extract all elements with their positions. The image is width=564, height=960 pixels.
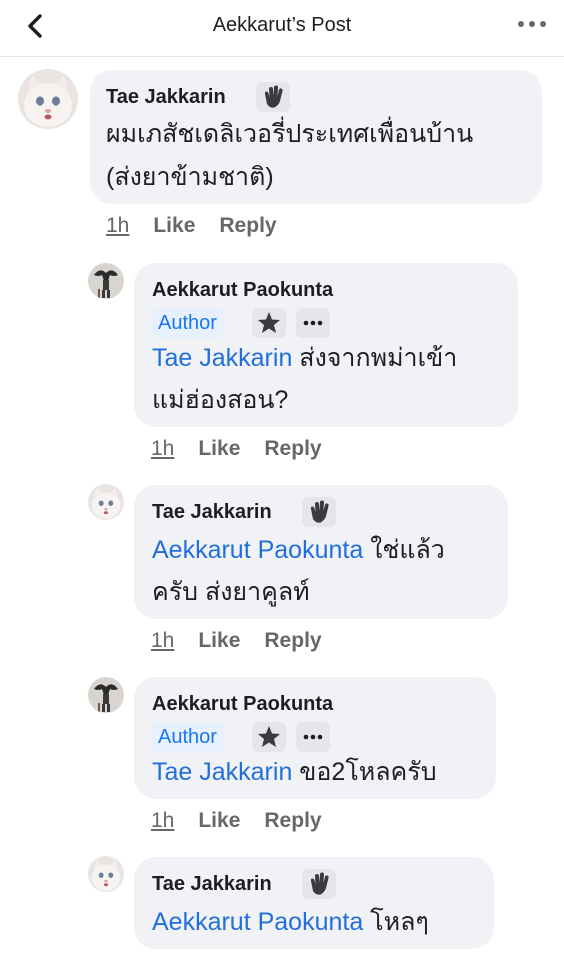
star-badge-icon [258,726,280,747]
more-dots-icon [303,734,323,740]
like-button[interactable]: Like [198,437,240,460]
comment-text-line: Aekkarut Paokunta โหลๆ [152,906,429,939]
avatar-figure[interactable] [88,677,124,713]
star-badge [252,722,286,752]
more-options-icon[interactable] [514,10,550,38]
author-badge: Author [152,308,223,338]
star-badge [252,308,286,338]
comment-text-line: Tae Jakkarin ส่งจากพม่าเข้า [152,342,457,375]
comment-time[interactable]: 1h [106,214,129,237]
wave-badge [256,82,290,112]
mention-link[interactable]: Tae Jakkarin [152,758,292,786]
comment-text: ใช่แล้ว [363,536,445,564]
waving-hand-icon [264,85,283,108]
comment-time[interactable]: 1h [151,629,174,652]
like-button[interactable]: Like [153,214,195,237]
wave-badge [302,497,336,527]
mention-link[interactable]: Aekkarut Paokunta [152,536,363,564]
comment-text: โหลๆ [363,908,429,936]
author-badge: Author [152,722,223,752]
waving-hand-icon [310,872,329,895]
more-dots-icon [303,320,323,326]
mention-link[interactable]: Aekkarut Paokunta [152,908,363,936]
reply-button[interactable]: Reply [264,629,321,652]
comment-time[interactable]: 1h [151,437,174,460]
post-header: Aekkarut’s Post [0,0,564,57]
comment-author[interactable]: Tae Jakkarin [106,86,226,109]
comment-time[interactable]: 1h [151,809,174,832]
comment-meta: 1h Like Reply [106,214,277,238]
avatar-cat[interactable] [18,69,78,129]
comment-text-line: (ส่งยาข้ามชาติ) [106,163,274,191]
comment-meta: 1h Like Reply [151,437,322,461]
star-badge-icon [258,312,280,333]
like-button[interactable]: Like [198,629,240,652]
wave-badge [302,869,336,899]
comment-text-line: ครับ ส่งยาคูลท์ [152,578,310,606]
avatar-figure[interactable] [88,263,124,299]
comment-meta: 1h Like Reply [151,809,322,833]
reply-button[interactable]: Reply [264,809,321,832]
comment-text-line: แม่ฮ่องสอน? [152,386,289,414]
comment-author[interactable]: Tae Jakkarin [152,501,272,524]
avatar-cat[interactable] [88,484,124,520]
comment-text-line: Aekkarut Paokunta ใช่แล้ว [152,534,445,567]
comment-text: ขอ2โหลครับ [292,758,437,786]
comment-author[interactable]: Tae Jakkarin [152,873,272,896]
comment-meta: 1h Like Reply [151,629,322,653]
more-badge[interactable] [296,722,330,752]
comment-text-line: Tae Jakkarin ขอ2โหลครับ [152,756,437,789]
reply-button[interactable]: Reply [264,437,321,460]
comment-author[interactable]: Aekkarut Paokunta [152,693,333,716]
comment-text: ส่งจากพม่าเข้า [292,344,458,372]
page-title: Aekkarut’s Post [212,14,352,36]
waving-hand-icon [310,500,329,523]
comment-text-line: ผมเภสัชเดลิเวอรี่ประเทศเพื่อนบ้าน [106,120,474,148]
comment-author[interactable]: Aekkarut Paokunta [152,279,333,302]
more-badge[interactable] [296,308,330,338]
like-button[interactable]: Like [198,809,240,832]
avatar-cat[interactable] [88,856,124,892]
reply-button[interactable]: Reply [219,214,276,237]
mention-link[interactable]: Tae Jakkarin [152,344,292,372]
